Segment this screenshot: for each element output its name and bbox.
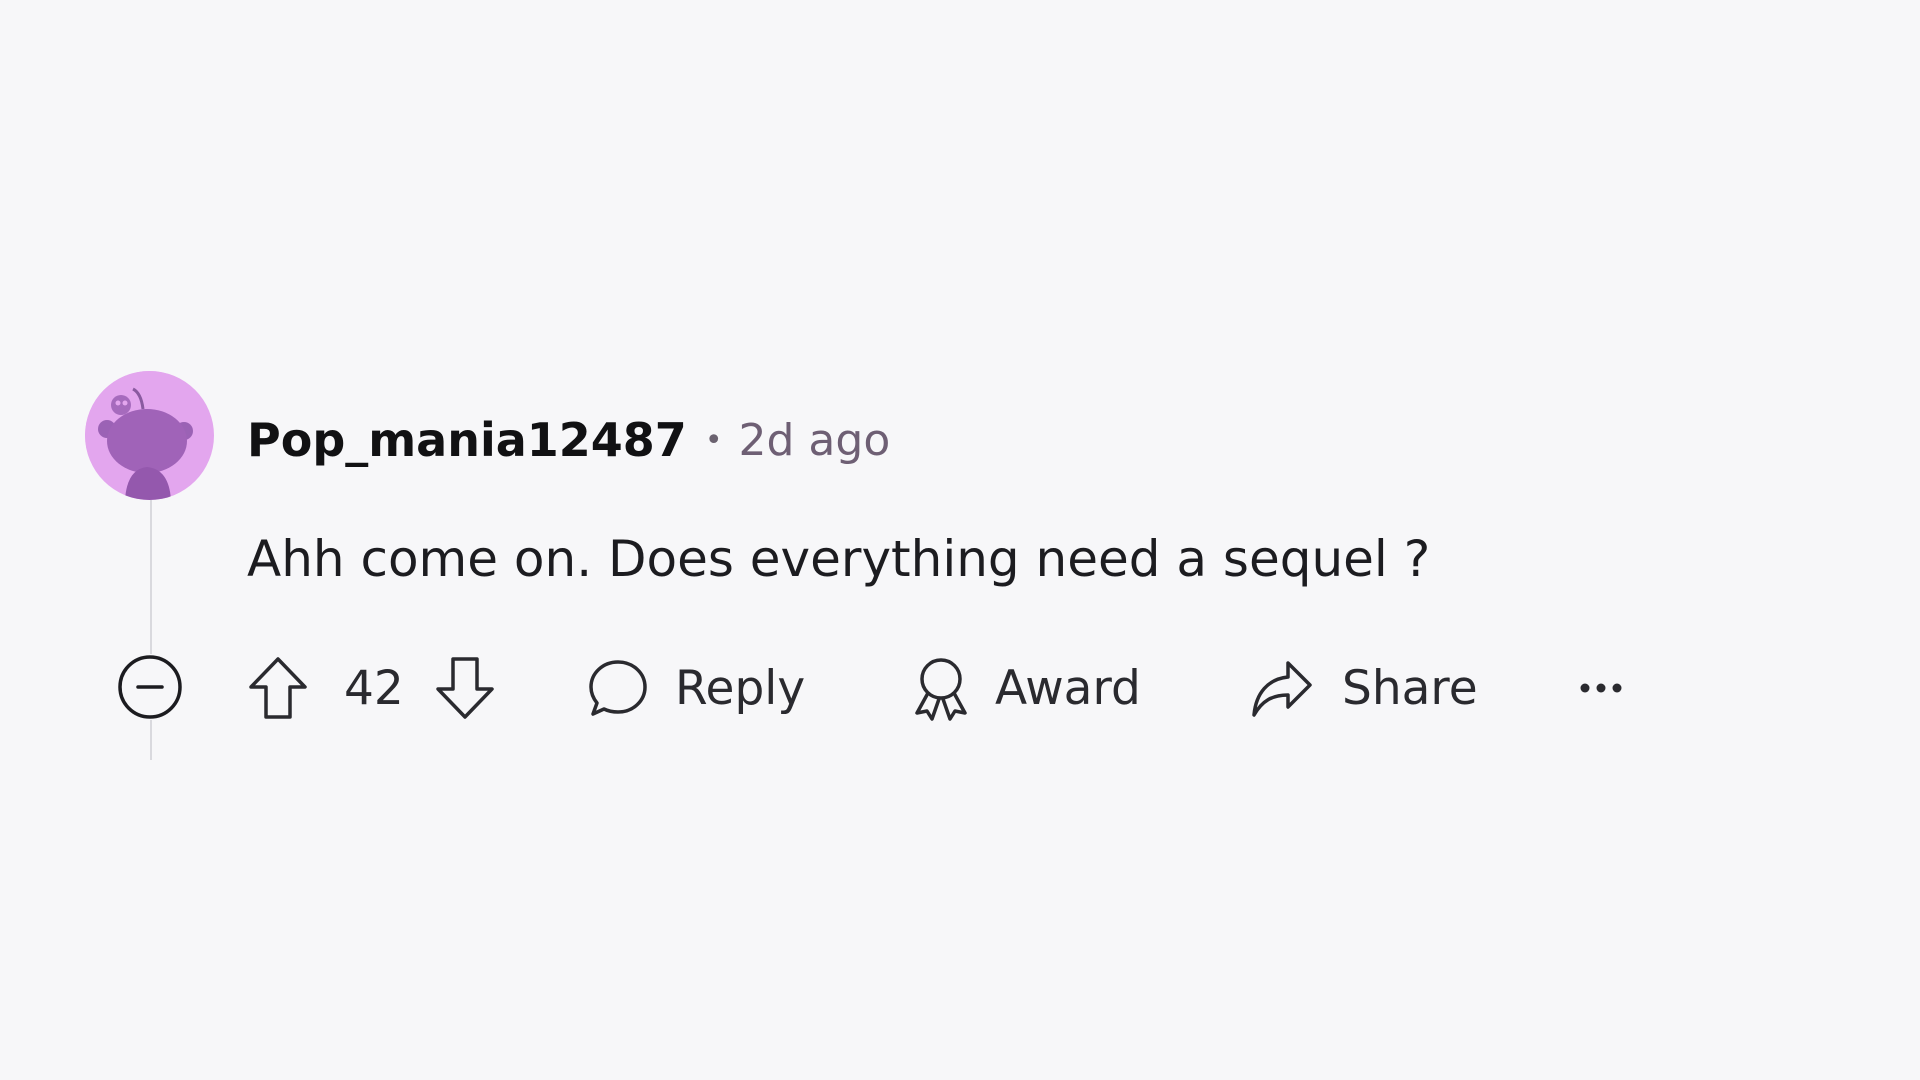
timestamp[interactable]: 2d ago (739, 415, 891, 466)
meta-separator: • (704, 422, 723, 458)
share-arrow-icon (1252, 661, 1312, 717)
award-label: Award (995, 660, 1141, 716)
ribbon-icon (915, 658, 967, 721)
username[interactable]: Pop_mania12487 (247, 413, 687, 467)
speech-bubble-icon (589, 660, 647, 716)
avatar[interactable] (85, 371, 214, 500)
comment-body: Ahh come on. Does everything need a sequ… (247, 530, 1431, 588)
vote-count: 42 (344, 660, 404, 716)
reply-label: Reply (675, 660, 806, 716)
more-dots-icon (1580, 683, 1622, 693)
snoo-avatar-icon (85, 371, 213, 500)
comment-meta: Pop_mania12487 • 2d ago (247, 405, 890, 475)
share-label: Share (1342, 660, 1478, 716)
upvote-button[interactable] (247, 648, 309, 728)
comment: Pop_mania12487 • 2d ago Ahh come on. Doe… (0, 0, 1920, 1080)
arrow-down-icon (436, 657, 494, 719)
award-button[interactable]: Award (911, 648, 1141, 728)
arrow-up-icon (249, 657, 307, 719)
comment-actions: 42 Reply Award Share (0, 648, 1920, 728)
share-button[interactable]: Share (1250, 648, 1478, 728)
downvote-button[interactable] (434, 648, 496, 728)
reply-button[interactable]: Reply (587, 648, 805, 728)
more-options-button[interactable] (1578, 648, 1624, 728)
